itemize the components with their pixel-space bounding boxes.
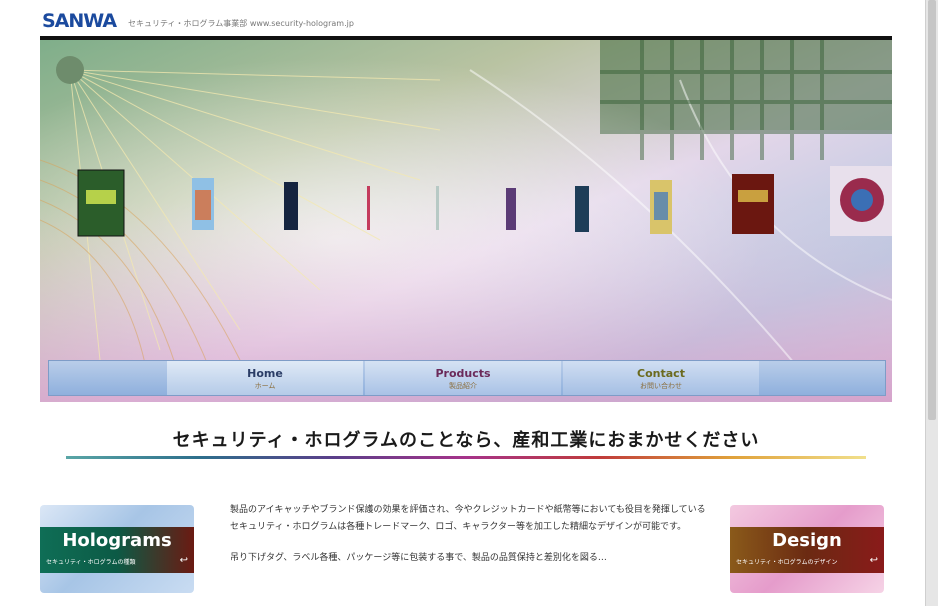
rainbow-divider xyxy=(66,456,866,459)
design-card-title: Design xyxy=(772,530,842,551)
nav-products-label: Products xyxy=(435,367,491,380)
page: SANWA セキュリティ・ホログラム事業部 www.security-holog… xyxy=(40,0,892,606)
return-arrow-icon: ↩ xyxy=(179,555,188,566)
nav-home[interactable]: Home ホーム xyxy=(167,361,363,395)
nav-home-label: Home xyxy=(247,367,283,380)
sanwa-logo[interactable]: SANWA xyxy=(42,10,117,32)
intro-paragraph-1: 製品のアイキャッチやブランド保護の効果を評価され、今やクレジットカードや紙幣等に… xyxy=(230,505,706,532)
nav-contact-label: Contact xyxy=(637,367,685,380)
scrollbar[interactable] xyxy=(925,0,938,606)
main-nav: Home ホーム Products 製品紹介 Contact お問い合わせ xyxy=(48,360,886,396)
design-card-subtitle: セキュリティ・ホログラムのデザイン xyxy=(736,559,838,566)
holograms-card-title: Holograms xyxy=(62,530,172,551)
nav-products[interactable]: Products 製品紹介 xyxy=(365,361,561,395)
intro-text: 製品のアイキャッチやブランド保護の効果を評価され、今やクレジットカードや紙幣等に… xyxy=(230,502,710,581)
scrollbar-thumb[interactable] xyxy=(928,0,936,420)
holograms-card-button[interactable]: Holograms セキュリティ・ホログラムの種類 ↩ xyxy=(40,505,194,593)
design-card-button[interactable]: Design セキュリティ・ホログラムのデザイン ↩ xyxy=(730,505,884,593)
header-tagline: セキュリティ・ホログラム事業部 www.security-hologram.jp xyxy=(128,19,354,28)
intro-paragraph-2: 吊り下げタグ、ラベル各種、パッケージ等に包装する事で、製品の品質保持と差別化を図… xyxy=(230,553,607,563)
nav-contact-sub: お問い合わせ xyxy=(640,382,682,390)
holograms-card-subtitle: セキュリティ・ホログラムの種類 xyxy=(46,559,136,566)
return-arrow-icon: ↩ xyxy=(869,555,878,566)
hero-banner: Home ホーム Products 製品紹介 Contact お問い合わせ xyxy=(40,36,892,402)
nav-products-sub: 製品紹介 xyxy=(449,382,477,390)
hologram-banner-image xyxy=(40,40,892,402)
page-headline: セキュリティ・ホログラムのことなら、産和工業におまかせください xyxy=(172,430,760,451)
header: SANWA セキュリティ・ホログラム事業部 www.security-holog… xyxy=(40,6,892,34)
nav-contact[interactable]: Contact お問い合わせ xyxy=(563,361,759,395)
nav-home-sub: ホーム xyxy=(254,382,276,390)
